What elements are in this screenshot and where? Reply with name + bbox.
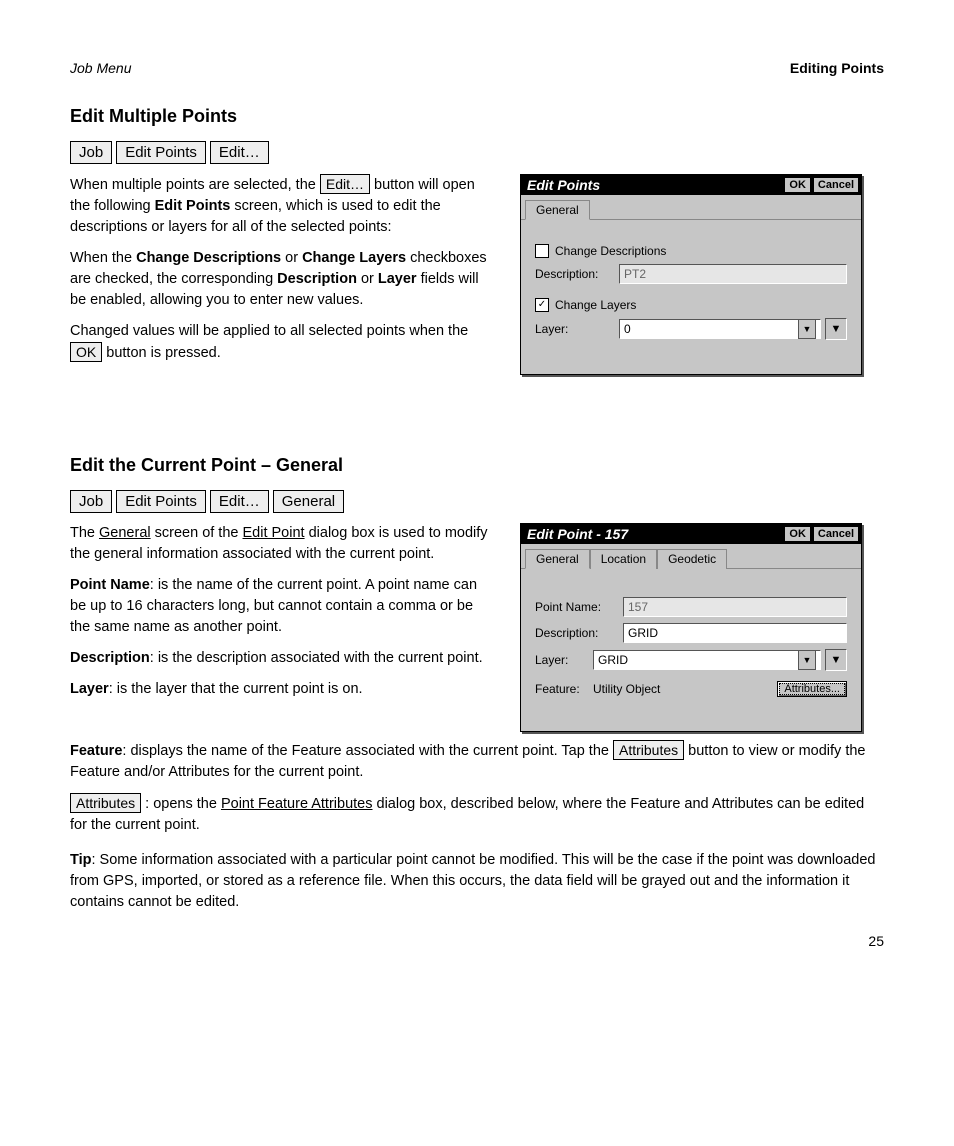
section2-text-left: The General screen of the Edit Point dia… xyxy=(70,523,490,710)
dialog1-titlebar: Edit Points OK Cancel xyxy=(521,175,861,195)
change-layers-checkbox[interactable]: ✓ xyxy=(535,298,549,312)
header-right: Editing Points xyxy=(790,60,884,76)
description2-label: Description: xyxy=(535,626,623,640)
description-label: Description: xyxy=(535,267,619,281)
inline-edit-button[interactable]: Edit… xyxy=(320,174,370,194)
edit-point-dialog: Edit Point - 157 OK Cancel General Locat… xyxy=(520,523,862,732)
dialog1-tabs: General xyxy=(521,195,861,220)
chevron-down-icon[interactable]: ▼ xyxy=(798,319,816,339)
page-header: Job Menu Editing Points xyxy=(70,60,884,76)
crumb-job[interactable]: Job xyxy=(70,141,112,164)
section1-breadcrumbs: Job Edit Points Edit… xyxy=(70,141,884,164)
crumb2-edit-points[interactable]: Edit Points xyxy=(116,490,206,513)
layer-side-button[interactable]: ▼ xyxy=(825,318,847,340)
layer2-side-button[interactable]: ▼ xyxy=(825,649,847,671)
section1-text: When multiple points are selected, the E… xyxy=(70,174,490,374)
layer2-dropdown[interactable]: GRID ▼ xyxy=(593,650,821,670)
dialog1-ok-button[interactable]: OK xyxy=(784,177,811,193)
attributes-button[interactable]: Attributes... xyxy=(777,681,847,697)
crumb2-job[interactable]: Job xyxy=(70,490,112,513)
dialog2-ok-button[interactable]: OK xyxy=(784,526,811,542)
crumb2-general[interactable]: General xyxy=(273,490,344,513)
dialog2-tab-geodetic[interactable]: Geodetic xyxy=(657,549,727,569)
point-name-input[interactable]: 157 xyxy=(623,597,847,617)
layer2-label: Layer: xyxy=(535,653,593,667)
dialog2-titlebar: Edit Point - 157 OK Cancel xyxy=(521,524,861,544)
change-descriptions-checkbox[interactable] xyxy=(535,244,549,258)
crumb2-edit[interactable]: Edit… xyxy=(210,490,269,513)
crumb-edit-points[interactable]: Edit Points xyxy=(116,141,206,164)
feature-value: Utility Object xyxy=(593,682,777,696)
layer-dropdown[interactable]: 0 ▼ xyxy=(619,319,821,339)
dialog2-tabs: General Location Geodetic xyxy=(521,544,861,569)
inline-ok-button[interactable]: OK xyxy=(70,342,102,362)
crumb-edit[interactable]: Edit… xyxy=(210,141,269,164)
dialog1-tab-general[interactable]: General xyxy=(525,200,590,220)
dialog2-cancel-button[interactable]: Cancel xyxy=(813,526,859,542)
edit-points-dialog: Edit Points OK Cancel General Change Des… xyxy=(520,174,862,375)
change-descriptions-label: Change Descriptions xyxy=(555,244,666,258)
page-number: 25 xyxy=(70,933,884,949)
dialog1-title: Edit Points xyxy=(527,177,782,193)
point-name-label: Point Name: xyxy=(535,600,623,614)
section2-breadcrumbs: Job Edit Points Edit… General xyxy=(70,490,884,513)
dialog2-title: Edit Point - 157 xyxy=(527,526,782,542)
description-input[interactable]: PT2 xyxy=(619,264,847,284)
section2-text-full: Feature: displays the name of the Featur… xyxy=(70,740,884,913)
header-left: Job Menu xyxy=(70,60,131,76)
dialog2-tab-general[interactable]: General xyxy=(525,549,590,569)
layer-label: Layer: xyxy=(535,322,619,336)
feature-label: Feature: xyxy=(535,682,593,696)
inline-attributes-button-2[interactable]: Attributes xyxy=(70,793,141,813)
inline-attributes-button-1[interactable]: Attributes xyxy=(613,740,684,760)
description2-input[interactable]: GRID xyxy=(623,623,847,643)
dialog1-cancel-button[interactable]: Cancel xyxy=(813,177,859,193)
section1-heading: Edit Multiple Points xyxy=(70,106,884,127)
change-layers-label: Change Layers xyxy=(555,298,636,312)
dialog2-tab-location[interactable]: Location xyxy=(590,549,657,569)
chevron-down-icon[interactable]: ▼ xyxy=(798,650,816,670)
section2-heading: Edit the Current Point – General xyxy=(70,455,884,476)
